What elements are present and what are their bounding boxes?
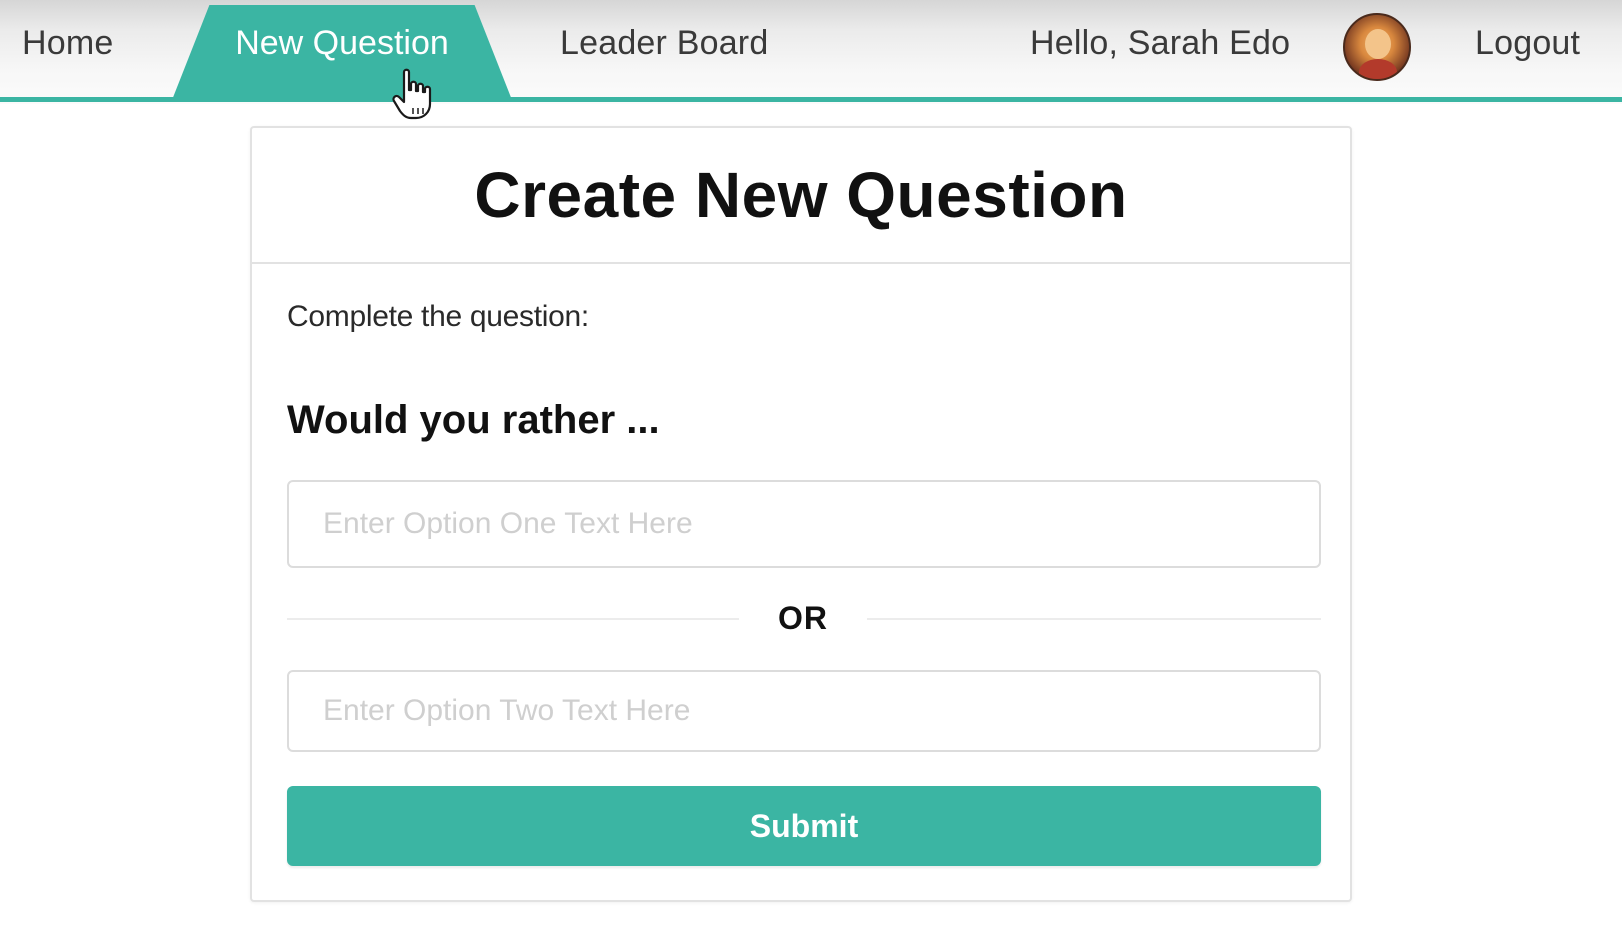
nav-logout-link[interactable]: Logout (1475, 24, 1580, 63)
or-label: OR (778, 600, 828, 636)
page-title: Create New Question (474, 159, 1128, 231)
new-question-card: Create New Question Complete the questio… (250, 126, 1352, 902)
avatar-body (1359, 59, 1397, 79)
option-one-input[interactable] (287, 480, 1321, 568)
top-nav: Home New Question Leader Board Hello, Sa… (0, 0, 1622, 104)
nav-home-link[interactable]: Home (22, 24, 114, 63)
nav-underline (0, 97, 1622, 102)
instruction-text: Complete the question: (287, 300, 589, 333)
or-separator: OR (287, 594, 1321, 644)
avatar-face (1365, 29, 1391, 59)
nav-new-question-tab[interactable]: New Question (172, 5, 512, 100)
separator-line-right (867, 618, 1321, 620)
avatar (1343, 13, 1411, 81)
card-header: Create New Question (252, 128, 1350, 264)
user-greeting: Hello, Sarah Edo (1030, 24, 1291, 62)
separator-line-left (287, 618, 739, 620)
option-two-input[interactable] (287, 670, 1321, 752)
nav-leader-board-link[interactable]: Leader Board (560, 24, 768, 63)
question-lead: Would you rather ... (287, 398, 660, 442)
nav-new-question-label: New Question (235, 24, 449, 62)
submit-button[interactable]: Submit (287, 786, 1321, 866)
